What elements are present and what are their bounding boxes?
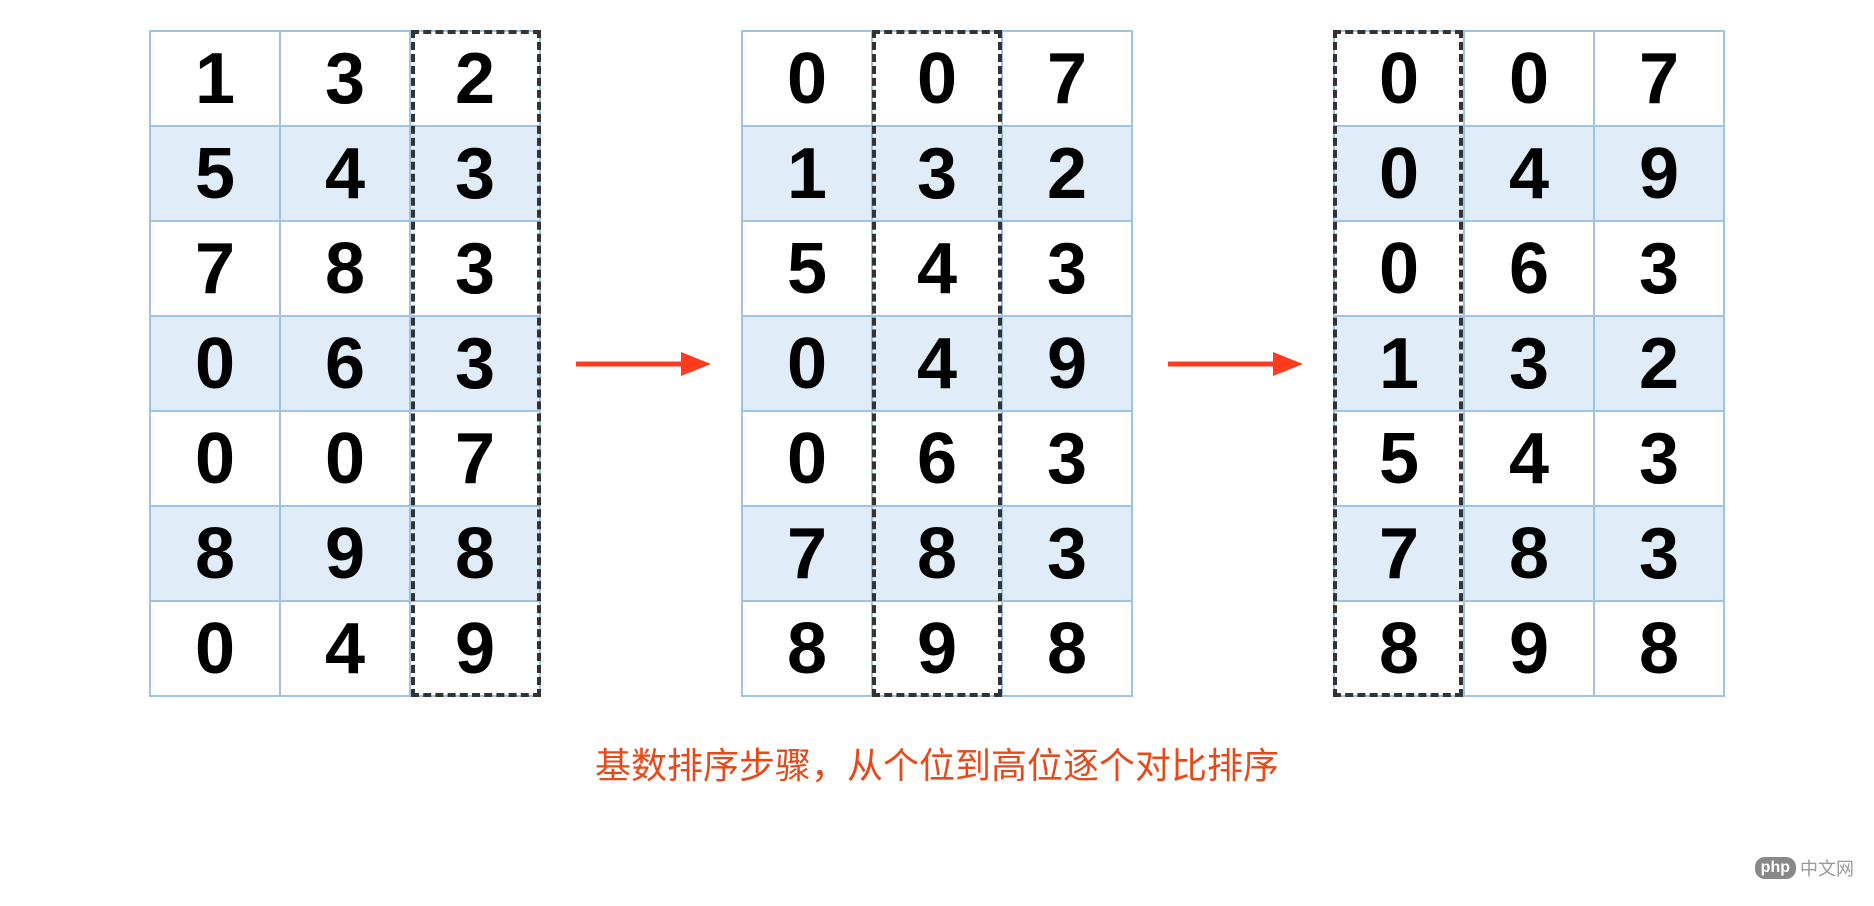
- digit-cell: 4: [1464, 126, 1594, 221]
- digit-cell: 8: [1334, 601, 1464, 696]
- table-row: 898: [150, 506, 540, 601]
- digit-cell: 1: [150, 31, 280, 126]
- digit-cell: 4: [872, 316, 1002, 411]
- digit-cell: 7: [1002, 31, 1132, 126]
- digit-cell: 0: [1334, 31, 1464, 126]
- digit-cell: 5: [742, 221, 872, 316]
- radix-table-2: 007 132 543 049 063 783 898: [741, 30, 1133, 697]
- table-row: 063: [1334, 221, 1724, 316]
- digit-cell: 8: [280, 221, 410, 316]
- table-wrap-2: 007 132 543 049 063 783 898: [741, 30, 1133, 697]
- table-row: 049: [742, 316, 1132, 411]
- table-wrap-1: 132 543 783 063 007 898 049: [149, 30, 541, 697]
- digit-cell: 4: [280, 126, 410, 221]
- digit-cell: 4: [280, 601, 410, 696]
- digit-cell: 7: [742, 506, 872, 601]
- radix-table-1: 132 543 783 063 007 898 049: [149, 30, 541, 697]
- digit-cell: 0: [150, 316, 280, 411]
- digit-cell: 5: [150, 126, 280, 221]
- digit-cell: 0: [742, 411, 872, 506]
- digit-cell: 8: [410, 506, 540, 601]
- table-row: 007: [150, 411, 540, 506]
- digit-cell: 8: [742, 601, 872, 696]
- digit-cell: 3: [872, 126, 1002, 221]
- table-wrap-3: 007 049 063 132 543 783 898: [1333, 30, 1725, 697]
- digit-cell: 9: [872, 601, 1002, 696]
- digit-cell: 0: [150, 601, 280, 696]
- diagram-content: 132 543 783 063 007 898 049 007 132 543 …: [20, 20, 1854, 697]
- digit-cell: 1: [742, 126, 872, 221]
- digit-cell: 3: [1002, 221, 1132, 316]
- digit-cell: 0: [150, 411, 280, 506]
- digit-cell: 7: [410, 411, 540, 506]
- digit-cell: 6: [280, 316, 410, 411]
- digit-cell: 9: [410, 601, 540, 696]
- digit-cell: 0: [1334, 126, 1464, 221]
- table-row: 898: [742, 601, 1132, 696]
- table-row: 132: [150, 31, 540, 126]
- arrow-icon: [1163, 344, 1303, 384]
- table-row: 007: [1334, 31, 1724, 126]
- table-row: 543: [150, 126, 540, 221]
- digit-cell: 1: [1334, 316, 1464, 411]
- table-row: 132: [742, 126, 1132, 221]
- digit-cell: 8: [872, 506, 1002, 601]
- digit-cell: 4: [1464, 411, 1594, 506]
- digit-cell: 8: [1002, 601, 1132, 696]
- table-row: 049: [1334, 126, 1724, 221]
- digit-cell: 0: [280, 411, 410, 506]
- digit-cell: 0: [1334, 221, 1464, 316]
- digit-cell: 3: [1594, 506, 1724, 601]
- watermark-text: 中文网: [1800, 855, 1854, 881]
- table-row: 783: [1334, 506, 1724, 601]
- digit-cell: 3: [280, 31, 410, 126]
- digit-cell: 9: [1464, 601, 1594, 696]
- digit-cell: 7: [1594, 31, 1724, 126]
- digit-cell: 9: [280, 506, 410, 601]
- table-row: 063: [150, 316, 540, 411]
- digit-cell: 4: [872, 221, 1002, 316]
- digit-cell: 0: [872, 31, 1002, 126]
- watermark: php 中文网: [1755, 855, 1854, 881]
- digit-cell: 2: [1594, 316, 1724, 411]
- digit-cell: 9: [1002, 316, 1132, 411]
- table-row: 783: [150, 221, 540, 316]
- watermark-logo: php: [1755, 857, 1796, 879]
- digit-cell: 3: [410, 126, 540, 221]
- table-row: 783: [742, 506, 1132, 601]
- table-row: 898: [1334, 601, 1724, 696]
- digit-cell: 3: [1002, 506, 1132, 601]
- digit-cell: 7: [150, 221, 280, 316]
- digit-cell: 3: [1594, 411, 1724, 506]
- digit-cell: 6: [1464, 221, 1594, 316]
- digit-cell: 8: [1464, 506, 1594, 601]
- table-row: 132: [1334, 316, 1724, 411]
- digit-cell: 0: [742, 316, 872, 411]
- digit-cell: 8: [1594, 601, 1724, 696]
- digit-cell: 0: [742, 31, 872, 126]
- table-row: 543: [1334, 411, 1724, 506]
- radix-table-3: 007 049 063 132 543 783 898: [1333, 30, 1725, 697]
- table-row: 063: [742, 411, 1132, 506]
- digit-cell: 3: [410, 221, 540, 316]
- digit-cell: 3: [1594, 221, 1724, 316]
- digit-cell: 8: [150, 506, 280, 601]
- table-row: 543: [742, 221, 1132, 316]
- digit-cell: 9: [1594, 126, 1724, 221]
- digit-cell: 7: [1334, 506, 1464, 601]
- diagram-caption: 基数排序步骤，从个位到高位逐个对比排序: [20, 737, 1854, 789]
- arrow-icon: [571, 344, 711, 384]
- digit-cell: 3: [410, 316, 540, 411]
- digit-cell: 5: [1334, 411, 1464, 506]
- digit-cell: 2: [410, 31, 540, 126]
- digit-cell: 6: [872, 411, 1002, 506]
- table-row: 049: [150, 601, 540, 696]
- digit-cell: 3: [1002, 411, 1132, 506]
- digit-cell: 2: [1002, 126, 1132, 221]
- digit-cell: 0: [1464, 31, 1594, 126]
- table-row: 007: [742, 31, 1132, 126]
- digit-cell: 3: [1464, 316, 1594, 411]
